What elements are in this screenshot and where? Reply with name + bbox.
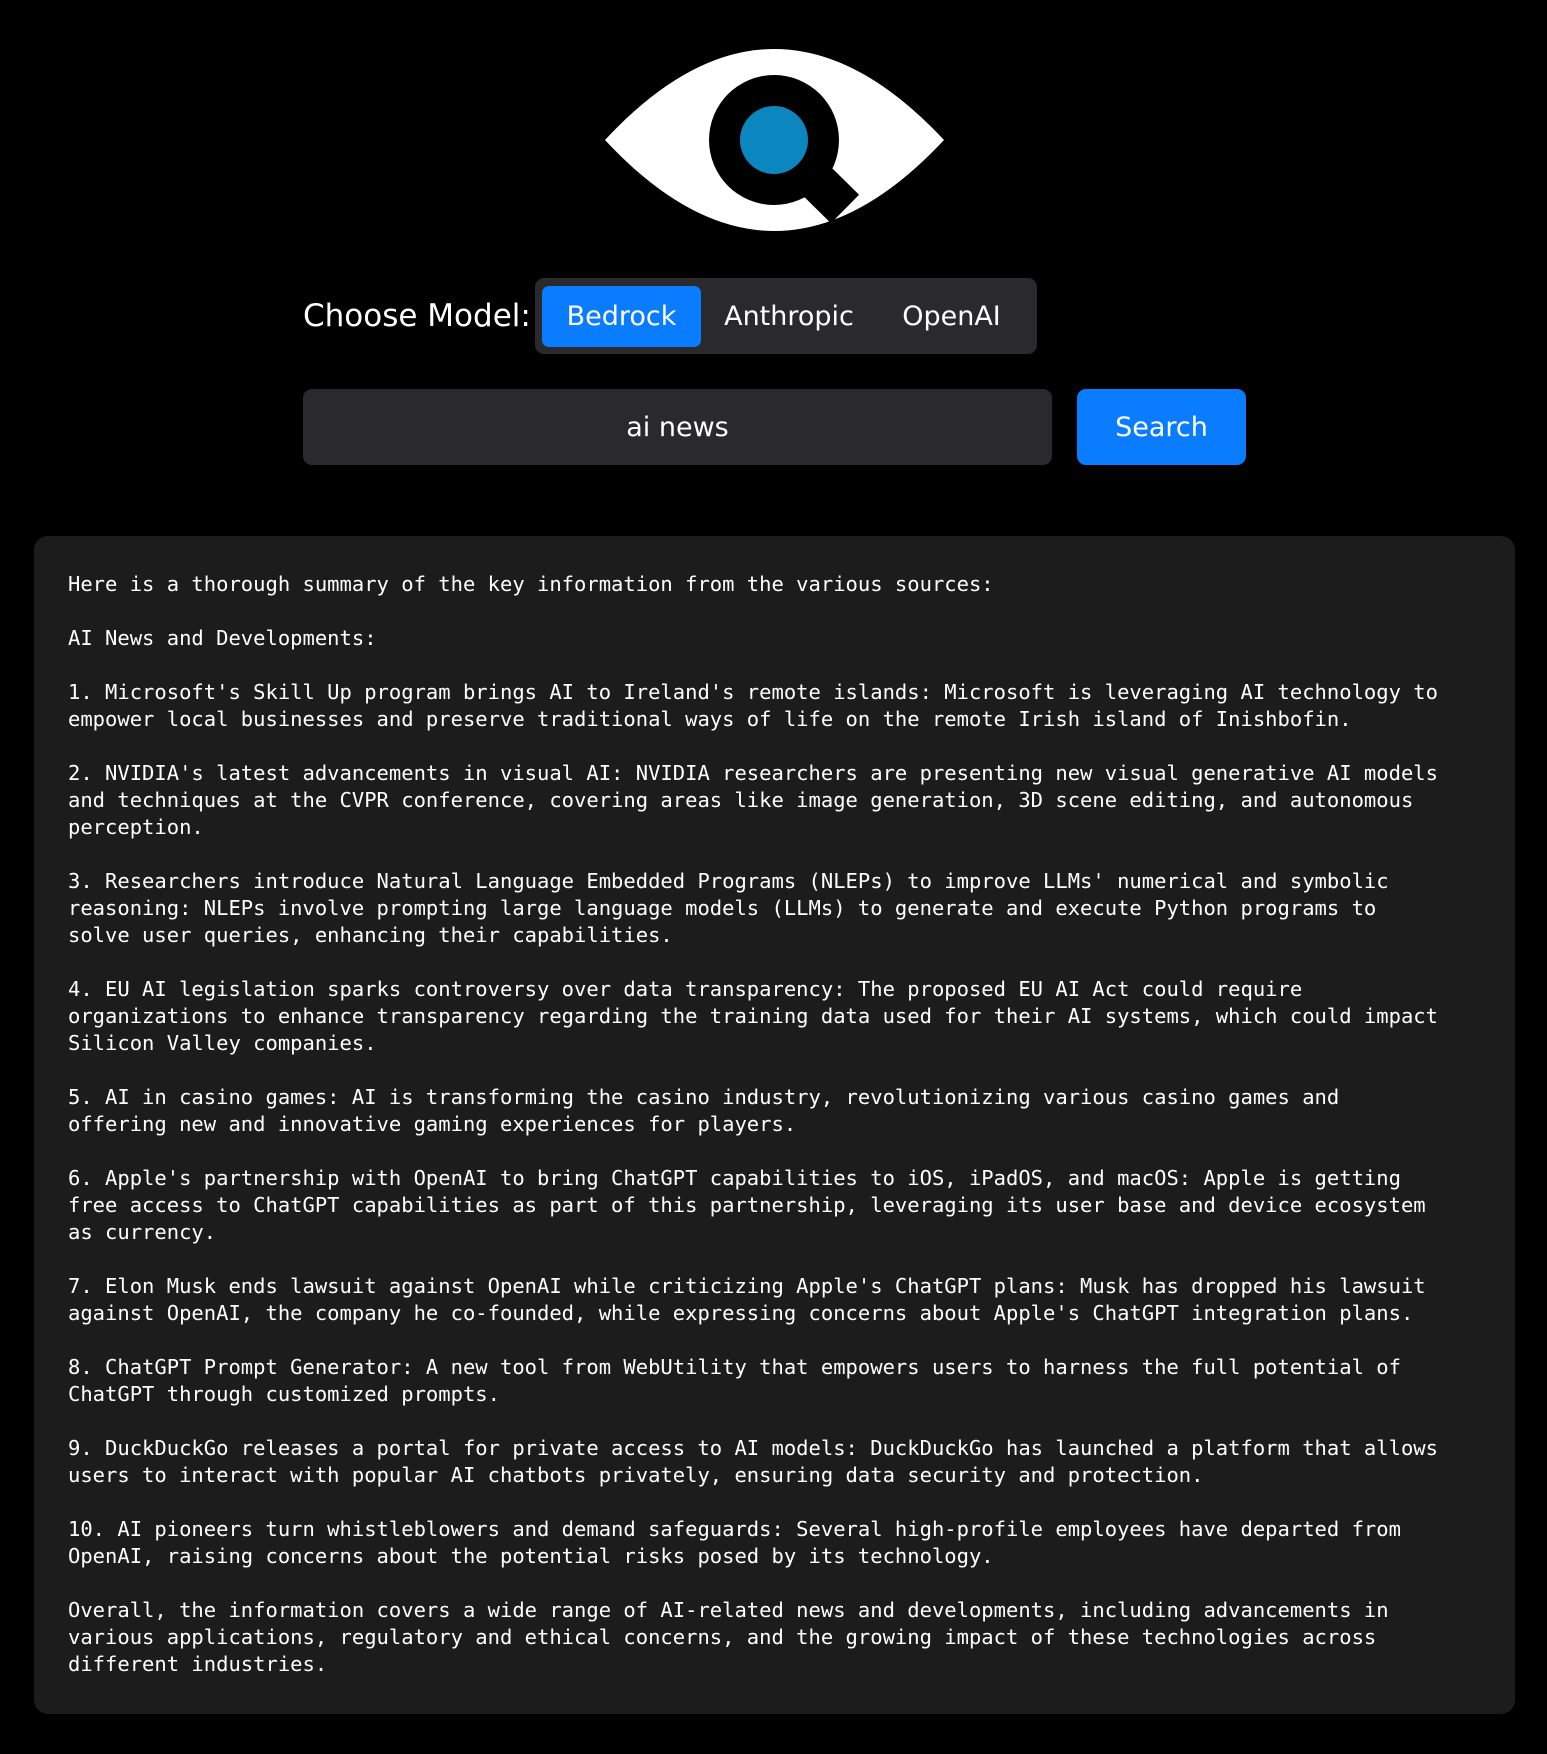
model-selector-label: Choose Model:: [303, 298, 531, 334]
model-option-anthropic[interactable]: Anthropic: [701, 286, 877, 347]
model-segmented-control: Bedrock Anthropic OpenAI: [535, 278, 1037, 354]
results-panel: Here is a thorough summary of the key in…: [34, 536, 1515, 1714]
results-summary-text: Here is a thorough summary of the key in…: [68, 572, 1438, 1676]
model-option-openai[interactable]: OpenAI: [877, 286, 1026, 347]
search-input[interactable]: [303, 389, 1052, 465]
model-selector-row: Choose Model: Bedrock Anthropic OpenAI: [303, 278, 1037, 354]
model-option-bedrock[interactable]: Bedrock: [542, 285, 701, 347]
eye-iris: [740, 106, 808, 174]
search-button[interactable]: Search: [1077, 389, 1246, 465]
eye-search-logo-icon: [605, 49, 944, 231]
